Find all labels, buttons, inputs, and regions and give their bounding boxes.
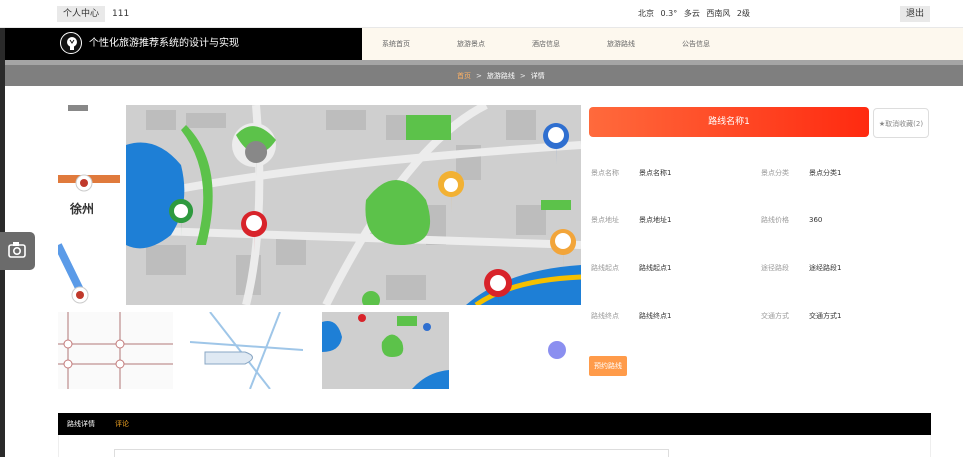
divider	[5, 60, 963, 65]
thumbnail-row	[58, 312, 458, 389]
image-gallery: 徐州	[58, 105, 581, 305]
site-title: 个性化旅游推荐系统的设计与实现	[89, 38, 239, 49]
screenshot-button[interactable]	[0, 232, 35, 270]
field-label: 景点分类	[761, 169, 789, 177]
field-label: 交通方式	[761, 312, 789, 320]
breadcrumb-home[interactable]: 首页	[457, 72, 471, 80]
tab-content	[58, 435, 931, 457]
username-label: 111	[112, 9, 130, 19]
field-value: 景点地址1	[639, 216, 672, 224]
field-value: 路线终点1	[639, 312, 672, 320]
weather-level: 2级	[736, 9, 751, 18]
weather-wind: 西南风	[706, 9, 731, 18]
city-label: 徐州	[69, 201, 94, 216]
field-label: 景点地址	[591, 216, 619, 224]
breadcrumb-current: 详情	[530, 72, 545, 80]
field-value: 360	[809, 216, 823, 224]
user-center-button[interactable]: 个人中心	[57, 6, 106, 22]
breadcrumb: 首页 > 旅游路线 > 详情	[457, 70, 545, 82]
weather-info: 北京 0.3° 多云 西南风 2级	[638, 6, 754, 22]
breadcrumb-separator: >	[519, 72, 526, 80]
lightbulb-icon	[60, 32, 82, 54]
field-value: 景点分类1	[809, 169, 842, 177]
field-label: 路线终点	[591, 312, 619, 320]
logout-button[interactable]: 退出	[900, 6, 931, 22]
nav-notices[interactable]: 公告信息	[682, 38, 710, 50]
header: 个性化旅游推荐系统的设计与实现 系统首页 旅游景点 酒店信息 旅游路线 公告信息	[5, 28, 963, 60]
thumbnail-2[interactable]	[190, 312, 303, 389]
field-value: 路线起点1	[639, 264, 672, 272]
page: 个人中心 111 北京 0.3° 多云 西南风 2级 退出 个性化旅游推荐系统的…	[0, 0, 963, 457]
weather-city: 北京	[638, 9, 654, 18]
floating-dot[interactable]	[548, 341, 566, 359]
main-map-image	[126, 105, 581, 305]
route-name: 路线名称1	[589, 107, 869, 137]
brand[interactable]: 个性化旅游推荐系统的设计与实现	[5, 28, 362, 60]
thumbnail-1[interactable]	[58, 312, 173, 389]
top-bar: 个人中心 111 北京 0.3° 多云 西南风 2级 退出	[0, 0, 963, 28]
map-thumbnail-strip[interactable]: 徐州	[58, 105, 120, 305]
field-label: 景点名称	[591, 169, 619, 177]
nav-routes[interactable]: 旅游路线	[607, 38, 635, 50]
comment-input[interactable]	[114, 449, 669, 457]
field-value: 景点名称1	[639, 169, 672, 177]
main-nav: 系统首页 旅游景点 酒店信息 旅游路线 公告信息	[362, 28, 963, 60]
nav-hotels[interactable]: 酒店信息	[532, 38, 560, 50]
field-label: 路线价格	[761, 216, 789, 224]
breadcrumb-separator: >	[476, 72, 482, 80]
breadcrumb-bar: 首页 > 旅游路线 > 详情	[5, 60, 963, 86]
field-value: 交通方式1	[809, 312, 842, 320]
tab-comments[interactable]: 评论	[115, 419, 129, 429]
field-label: 途径路段	[761, 264, 789, 272]
nav-home[interactable]: 系统首页	[382, 38, 410, 50]
nav-attractions[interactable]: 旅游景点	[457, 38, 485, 50]
detail-tabs: 路线详情 评论	[58, 413, 931, 435]
thumbnail-3[interactable]	[322, 312, 449, 389]
camera-icon	[8, 242, 26, 258]
book-route-button[interactable]: 预约路线	[589, 356, 627, 376]
tab-route-details[interactable]: 路线详情	[67, 419, 95, 429]
weather-temp: 0.3°	[660, 9, 678, 18]
field-value: 途经路段1	[809, 264, 842, 272]
field-label: 路线起点	[591, 264, 619, 272]
breadcrumb-section[interactable]: 旅游路线	[487, 72, 515, 80]
weather-condition: 多云	[683, 9, 700, 18]
favorite-button[interactable]: ★取消收藏(2)	[873, 108, 929, 138]
